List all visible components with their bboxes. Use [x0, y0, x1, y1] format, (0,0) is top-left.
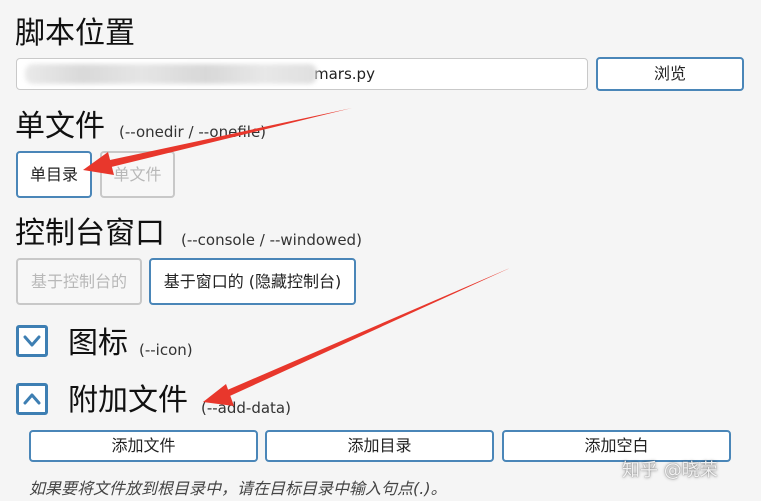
- script-location-title: 脚本位置: [15, 16, 135, 51]
- root-directory-hint: 如果要将文件放到根目录中，请在目标目录中输入句点(.)。: [29, 479, 447, 498]
- add-folder-button[interactable]: 添加目录: [265, 430, 494, 462]
- blurred-path-region: [25, 64, 317, 84]
- add-files-button[interactable]: 添加文件: [29, 430, 258, 462]
- icon-flags-label: (--icon): [139, 341, 193, 359]
- onefile-flags-label: (--onedir / --onefile): [119, 123, 267, 141]
- onedir-button[interactable]: 单目录: [16, 151, 92, 198]
- browse-button[interactable]: 浏览: [596, 57, 744, 91]
- onefile-section-title: 单文件: [15, 109, 105, 144]
- console-section-title: 控制台窗口: [15, 216, 165, 251]
- windowed-button[interactable]: 基于窗口的 (隐藏控制台): [149, 258, 356, 305]
- icon-section-toggle[interactable]: [16, 325, 48, 357]
- console-flags-label: (--console / --windowed): [181, 231, 362, 249]
- chevron-down-icon: [23, 335, 41, 347]
- onefile-button[interactable]: 单文件: [100, 151, 175, 198]
- chevron-up-icon: [23, 393, 41, 405]
- additional-files-flags-label: (--add-data): [201, 399, 291, 417]
- script-path-value: mars.py: [314, 65, 375, 83]
- additional-files-title: 附加文件: [68, 383, 188, 418]
- console-based-button[interactable]: 基于控制台的: [16, 258, 142, 305]
- icon-section-title: 图标: [68, 326, 128, 361]
- zhihu-watermark: 知乎 @晓荣: [622, 460, 718, 481]
- additional-files-toggle[interactable]: [16, 383, 48, 415]
